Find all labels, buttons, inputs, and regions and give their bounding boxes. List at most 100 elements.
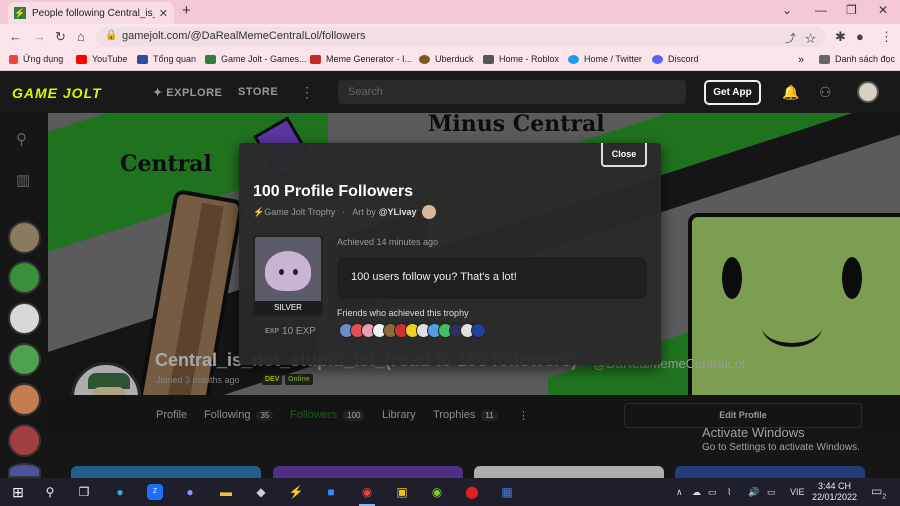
notification-center-icon[interactable]: ▭2 [871,484,886,500]
community-avatar[interactable] [8,463,41,478]
nav-store[interactable]: STORE [238,86,278,98]
gamejolt-icon [205,54,216,64]
cloud-icon[interactable]: ☁ [692,487,701,498]
community-avatar[interactable] [8,261,41,294]
bookmark-star-icon[interactable]: ⤴ ☆ [785,30,816,46]
trophy-exp: EXP 10 EXP [265,326,316,337]
keyboard-icon[interactable]: ▭ [767,487,776,498]
task-view-icon[interactable]: ❐ [76,484,92,500]
roblox-icon [483,54,494,64]
roblox-icon[interactable]: ◆ [253,484,269,500]
volume-icon[interactable]: 🔊 [748,487,759,498]
lock-icon[interactable]: 🔒 [105,30,117,41]
close-window-icon[interactable]: ✕ [878,3,888,17]
battery-icon[interactable]: ▭ [708,487,717,498]
trophy-character [265,251,311,291]
reload-icon[interactable]: ↻ [55,29,66,45]
trophy-description: 100 users follow you? That's a lot! [337,257,647,299]
trophy-character-eye [279,269,284,275]
artist-avatar[interactable] [421,205,436,219]
search-icon[interactable]: ⚲ [42,484,58,500]
chrome-icon[interactable]: ◉ [359,484,375,500]
windows-start-icon[interactable]: ⊞ [10,484,26,500]
browser-tab[interactable]: ⚡ People following Central_is_not_ ✕ [8,2,174,24]
tray-arrow-icon[interactable]: ∧ [676,487,683,498]
friends-icon[interactable]: ⚇ [819,84,832,101]
close-tab-icon[interactable]: ✕ [159,7,168,20]
bookmark-discord[interactable]: Discord [652,54,699,64]
gamejolt-taskbar-icon[interactable]: ⚡ [288,484,304,500]
profile-extension-icon[interactable]: ● [856,29,864,44]
maximize-icon[interactable]: ❐ [846,3,857,17]
community-avatar[interactable] [8,302,41,335]
uberduck-icon [419,54,430,64]
gamejolt-header: GAME JOLT ✦ EXPLORE STORE ⋮ Search Get A… [0,71,900,113]
community-avatar[interactable] [8,383,41,416]
zalo-icon[interactable]: Z [147,484,163,500]
app-icon[interactable]: ▣ [394,484,410,500]
bookmark-meme-generator[interactable]: Meme Generator - I... [310,54,412,64]
meme-generator-icon [310,54,321,64]
reading-list[interactable]: Danh sách đọc [819,54,895,64]
community-avatar[interactable] [8,343,41,376]
library-icon[interactable]: ▥ [16,171,30,189]
activity-icon[interactable]: ⚲ [16,130,27,148]
minimize-icon[interactable]: — [815,3,827,17]
community-avatar[interactable] [8,221,41,254]
compass-icon: ✦ [153,87,167,99]
trophy-type: Game Jolt Trophy [264,207,336,217]
chevron-more-bookmarks-icon[interactable]: » [798,54,804,66]
record-icon[interactable]: ⬤ [464,484,480,500]
extensions-icon[interactable]: ✱ [835,29,846,45]
bookmark-youtube[interactable]: YouTube [76,54,127,64]
network-icon[interactable]: ⌇ [727,487,731,498]
user-avatar[interactable] [857,81,879,103]
file-explorer-icon[interactable]: ▬ [218,484,234,500]
reading-list-icon [819,54,830,64]
bookmark-twitter[interactable]: Home / Twitter [568,54,642,64]
bookmark-overview[interactable]: Tổng quan [137,54,196,64]
edge-icon[interactable]: ● [112,484,128,500]
trophy-title: 100 Profile Followers [253,183,414,200]
notification-bell-icon[interactable]: 🔔 [782,84,799,101]
zoom-icon[interactable]: ■ [323,484,339,500]
app-icon[interactable]: ▦ [499,484,515,500]
gamejolt-favicon-icon: ⚡ [14,7,26,19]
get-app-button[interactable]: Get App [704,80,761,105]
close-button[interactable]: Close [601,143,647,167]
trophy-meta: ⚡ Game Jolt Trophy · Art by @YLivay [253,205,436,219]
youtube-icon [76,54,87,64]
discord-icon[interactable]: ● [182,484,198,500]
clock[interactable]: 3:44 CH 22/01/2022 [812,481,857,503]
bookmark-roblox[interactable]: Home - Roblox [483,54,559,64]
bookmark-uberduck[interactable]: Uberduck [419,54,474,64]
address-bar[interactable]: 🔒 gamejolt.com/@DaRealMemeCentralLol/fol… [96,27,826,47]
chrome-menu-icon[interactable]: ⋮ [880,29,893,45]
exp-value: 10 EXP [282,326,316,337]
friend-avatar[interactable] [471,323,486,338]
clock-date: 22/01/2022 [812,492,858,502]
new-tab-button[interactable]: + [182,2,191,19]
left-sidebar: ⚲ ▥ [0,113,48,478]
home-icon[interactable]: ⌂ [77,29,85,44]
nav-explore[interactable]: ✦ EXPLORE [153,86,222,99]
search-input[interactable]: Search [338,80,686,104]
meta-separator: · [342,207,346,217]
k12-icon [137,54,148,64]
gamejolt-logo[interactable]: GAME JOLT [12,85,102,101]
artist-link[interactable]: @YLivay [379,207,417,217]
bookmarks-bar: Ứng dụng YouTube Tổng quan Game Jolt - G… [0,50,900,71]
community-avatar[interactable] [8,424,41,457]
friends-label: Friends who achieved this trophy [337,308,469,318]
bookmark-gamejolt[interactable]: Game Jolt - Games... [205,54,307,64]
url-text: gamejolt.com/@DaRealMemeCentralLol/follo… [122,30,366,42]
more-menu-icon[interactable]: ⋮ [300,84,314,101]
app-icon[interactable]: ◉ [429,484,445,500]
language-indicator[interactable]: VIE [790,487,805,497]
forward-icon[interactable]: → [33,29,46,44]
tab-search-icon[interactable]: ⌄ [782,3,792,17]
tab-title: People following Central_is_not_ [32,7,155,19]
gamejolt-trophy-icon: ⚡ [253,206,265,217]
bookmark-apps[interactable]: Ứng dụng [9,54,63,64]
back-icon[interactable]: ← [9,29,22,44]
